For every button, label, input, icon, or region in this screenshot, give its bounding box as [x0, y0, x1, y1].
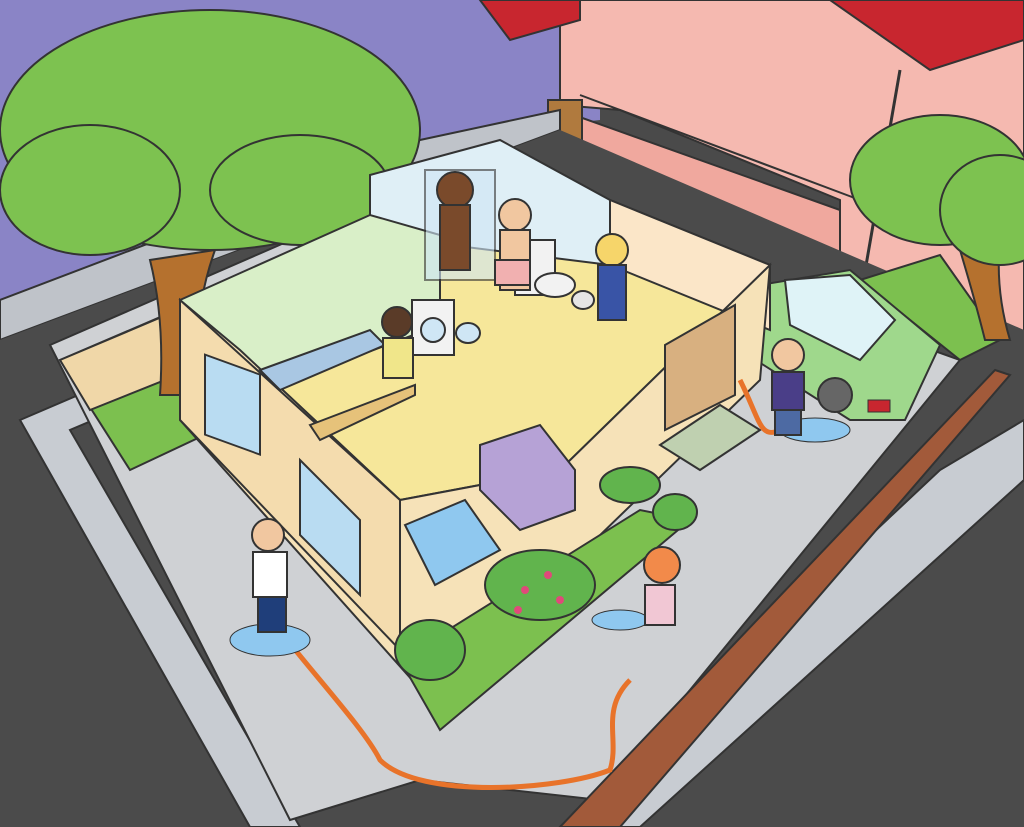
laundry-basket	[455, 322, 481, 344]
man-hosing-yard	[251, 518, 288, 633]
person-brushing-teeth	[494, 198, 532, 291]
man-washing-car	[771, 338, 805, 436]
girl-watering-garden	[643, 546, 681, 626]
girl-washing-dishes	[381, 306, 414, 379]
house-water-use-scene	[0, 0, 1024, 827]
bucket	[571, 290, 595, 310]
person-showering	[436, 171, 474, 271]
toilet	[534, 272, 576, 298]
girl-at-toilet	[595, 233, 629, 321]
